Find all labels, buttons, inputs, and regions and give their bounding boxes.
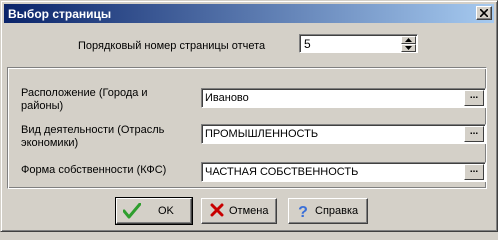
arrow-up-icon bbox=[405, 38, 412, 42]
spin-down-button[interactable] bbox=[401, 44, 416, 52]
location-value: Иваново bbox=[205, 92, 249, 104]
checkmark-icon bbox=[123, 203, 141, 219]
title-bar[interactable]: Выбор страницы bbox=[4, 4, 494, 23]
activity-browse-button[interactable]: ... bbox=[464, 126, 484, 142]
spin-up-button[interactable] bbox=[401, 36, 416, 44]
page-number-value[interactable]: 5 bbox=[304, 37, 311, 51]
arrow-down-icon bbox=[405, 46, 412, 50]
ok-label: OK bbox=[158, 205, 174, 217]
location-browse-button[interactable]: ... bbox=[464, 90, 484, 106]
window-title: Выбор страницы bbox=[8, 7, 112, 21]
page-number-spinner[interactable]: 5 bbox=[299, 34, 418, 53]
location-label-line2: районы) bbox=[21, 100, 64, 112]
activity-label-line1: Вид деятельности (Отрасль bbox=[21, 124, 165, 136]
ownership-field[interactable]: ЧАСТНАЯ СОБСТВЕННОСТЬ ... bbox=[201, 162, 486, 182]
close-icon bbox=[480, 9, 488, 17]
activity-label-line2: экономики) bbox=[21, 137, 79, 149]
question-mark-icon: ? bbox=[298, 204, 308, 219]
location-label-line1: Расположение (Города и bbox=[21, 87, 148, 99]
ok-button[interactable]: OK bbox=[115, 197, 193, 225]
x-icon bbox=[210, 203, 224, 217]
help-label: Справка bbox=[315, 205, 359, 217]
activity-value: ПРОМЫШЛЕННОСТЬ bbox=[205, 128, 319, 140]
help-button[interactable]: ? Справка bbox=[288, 198, 368, 224]
activity-field[interactable]: ПРОМЫШЛЕННОСТЬ ... bbox=[201, 124, 486, 144]
cancel-label: Отмена bbox=[229, 205, 269, 217]
dialog-window: Выбор страницы Порядковый номер страницы… bbox=[0, 0, 498, 232]
ownership-value: ЧАСТНАЯ СОБСТВЕННОСТЬ bbox=[205, 166, 359, 178]
cancel-button[interactable]: Отмена bbox=[201, 198, 277, 224]
ownership-label: Форма собственности (КФС) bbox=[21, 164, 167, 176]
ownership-browse-button[interactable]: ... bbox=[464, 164, 484, 180]
filters-group: Расположение (Города и районы) Иваново .… bbox=[7, 67, 487, 189]
svg-text:?: ? bbox=[298, 204, 308, 219]
page-number-label: Порядковый номер страницы отчета bbox=[78, 40, 266, 52]
close-button[interactable] bbox=[476, 6, 492, 20]
location-field[interactable]: Иваново ... bbox=[201, 88, 486, 108]
